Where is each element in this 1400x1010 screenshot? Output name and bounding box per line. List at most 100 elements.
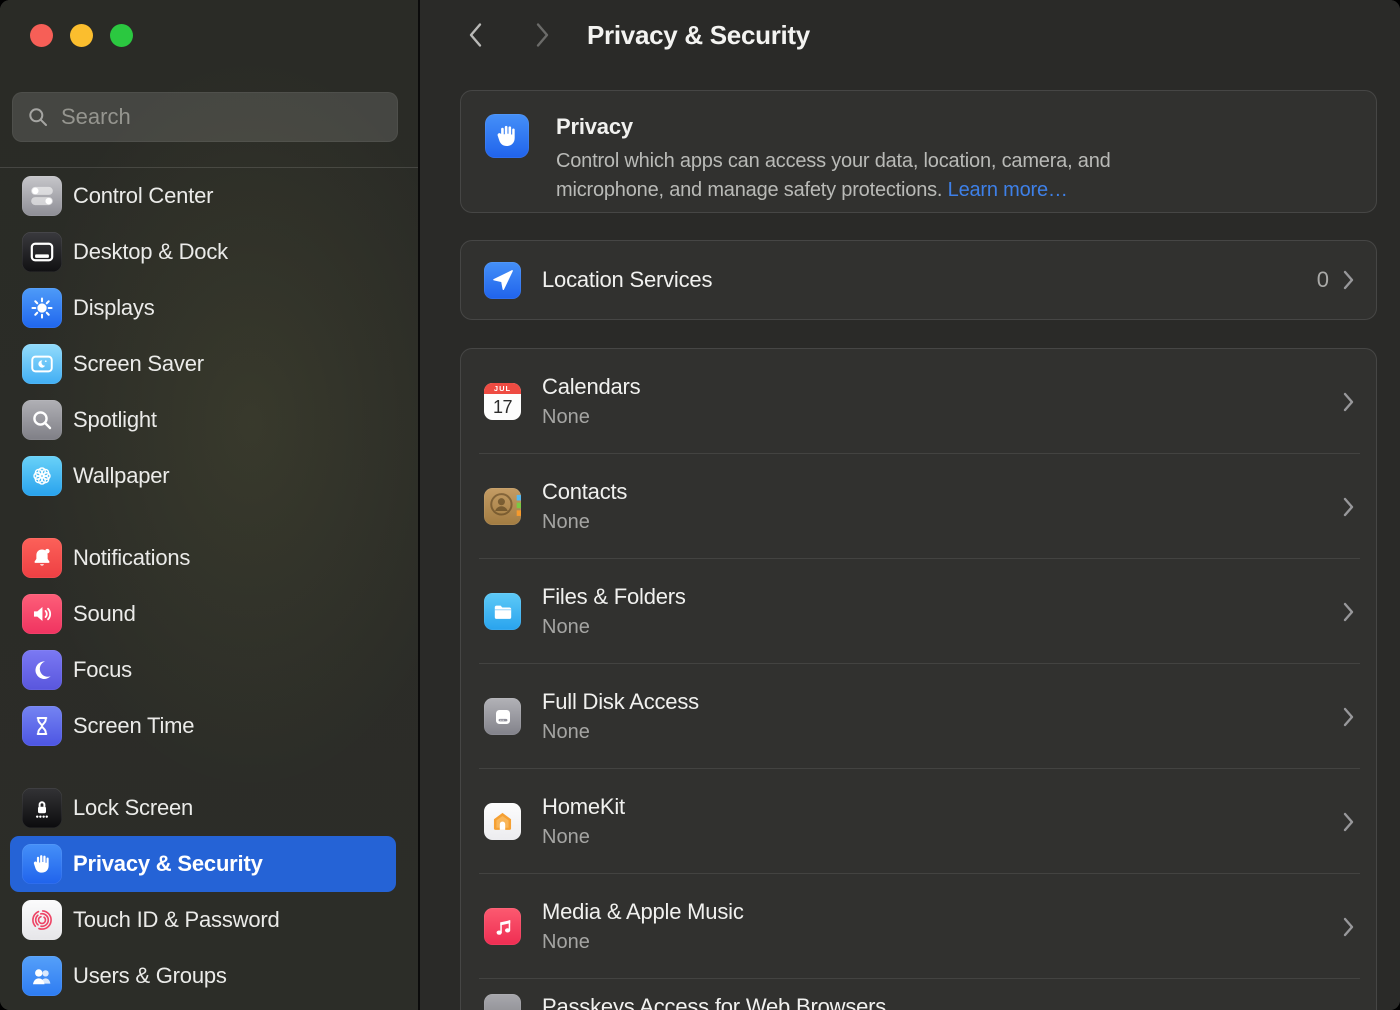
search-input[interactable]	[59, 103, 385, 131]
sidebar-item-label: Displays	[73, 295, 155, 321]
screen-time-icon	[22, 706, 62, 746]
row-value: None	[542, 826, 625, 849]
privacy-summary-card: Privacy Control which apps can access yo…	[460, 90, 1377, 213]
sidebar-item-focus[interactable]: Focus	[10, 642, 396, 698]
row-contacts[interactable]: Contacts None	[461, 454, 1376, 559]
sidebar-item-touch-id-password[interactable]: Touch ID & Password	[10, 892, 396, 948]
sidebar-item-desktop-dock[interactable]: Desktop & Dock	[10, 224, 396, 280]
sidebar-list: Control Center Desktop & Dock	[0, 167, 418, 1004]
navigation-header: Privacy & Security	[460, 0, 1377, 70]
search-icon	[27, 106, 49, 128]
location-services-row[interactable]: Location Services 0	[460, 240, 1377, 320]
row-title: HomeKit	[542, 794, 625, 820]
row-calendars[interactable]: JUL 17 Calendars None	[461, 349, 1376, 454]
main-pane: Privacy & Security Privacy Control which…	[420, 0, 1400, 1010]
row-files-folders[interactable]: Files & Folders None	[461, 559, 1376, 664]
desktop-dock-icon	[22, 232, 62, 272]
calendar-month-label: JUL	[484, 383, 521, 394]
sidebar-item-spotlight[interactable]: Spotlight	[10, 392, 396, 448]
row-media-apple-music[interactable]: Media & Apple Music None	[461, 874, 1376, 979]
row-title: Files & Folders	[542, 584, 686, 610]
system-settings-window: Control Center Desktop & Dock	[0, 0, 1400, 1010]
passkeys-icon	[484, 994, 521, 1010]
sidebar-item-control-center[interactable]: Control Center	[10, 168, 396, 224]
sound-icon	[22, 594, 62, 634]
chevron-right-icon	[1343, 602, 1354, 622]
learn-more-link[interactable]: Learn more…	[948, 179, 1068, 201]
spotlight-icon	[22, 400, 62, 440]
sidebar-item-label: Control Center	[73, 183, 213, 209]
chevron-right-icon	[1343, 270, 1354, 290]
sidebar-item-label: Screen Time	[73, 713, 194, 739]
location-services-label: Location Services	[542, 267, 712, 293]
back-button[interactable]	[468, 22, 483, 48]
sidebar-item-screen-saver[interactable]: Screen Saver	[10, 336, 396, 392]
sidebar-item-label: Users & Groups	[73, 963, 227, 989]
sidebar: Control Center Desktop & Dock	[0, 0, 420, 1010]
chevron-left-icon	[468, 22, 483, 48]
zoom-window-button[interactable]	[110, 24, 133, 47]
permissions-list-card: JUL 17 Calendars None	[460, 348, 1377, 1010]
row-passkeys-access[interactable]: Passkeys Access for Web Browsers	[461, 979, 1376, 1010]
touch-id-icon	[22, 900, 62, 940]
displays-icon	[22, 288, 62, 328]
sidebar-item-sound[interactable]: Sound	[10, 586, 396, 642]
homekit-icon	[484, 803, 521, 840]
chevron-right-icon	[1343, 917, 1354, 937]
row-title: Passkeys Access for Web Browsers	[542, 994, 886, 1010]
sidebar-item-label: Notifications	[73, 545, 190, 571]
chevron-right-icon	[1343, 392, 1354, 412]
row-title: Media & Apple Music	[542, 899, 744, 925]
sidebar-item-label: Wallpaper	[73, 463, 169, 489]
wallpaper-icon	[22, 456, 62, 496]
sidebar-item-lock-screen[interactable]: Lock Screen	[10, 780, 396, 836]
location-services-count: 0	[1317, 267, 1329, 293]
sidebar-item-label: Lock Screen	[73, 795, 193, 821]
privacy-security-icon	[22, 844, 62, 884]
full-disk-access-icon	[484, 698, 521, 735]
sidebar-item-label: Privacy & Security	[73, 851, 263, 877]
row-title: Contacts	[542, 479, 627, 505]
row-full-disk-access[interactable]: Full Disk Access None	[461, 664, 1376, 769]
row-title: Full Disk Access	[542, 689, 699, 715]
row-value: None	[542, 406, 640, 429]
notifications-icon	[22, 538, 62, 578]
location-services-icon	[484, 262, 521, 299]
window-controls	[0, 0, 418, 47]
sidebar-item-wallpaper[interactable]: Wallpaper	[10, 448, 396, 504]
row-value: None	[542, 721, 699, 744]
chevron-right-icon	[535, 22, 550, 48]
page-title: Privacy & Security	[587, 20, 810, 51]
search-field[interactable]	[12, 92, 398, 142]
sidebar-item-label: Touch ID & Password	[73, 907, 280, 933]
screen-saver-icon	[22, 344, 62, 384]
chevron-right-icon	[1343, 497, 1354, 517]
chevron-right-icon	[1343, 707, 1354, 727]
users-groups-icon	[22, 956, 62, 996]
sidebar-item-label: Screen Saver	[73, 351, 204, 377]
sidebar-item-screen-time[interactable]: Screen Time	[10, 698, 396, 754]
sidebar-group-gap	[0, 754, 418, 780]
close-window-button[interactable]	[30, 24, 53, 47]
row-title: Calendars	[542, 374, 640, 400]
sidebar-item-label: Sound	[73, 601, 136, 627]
sidebar-item-label: Focus	[73, 657, 132, 683]
sidebar-item-privacy-security[interactable]: Privacy & Security	[10, 836, 396, 892]
focus-icon	[22, 650, 62, 690]
minimize-window-button[interactable]	[70, 24, 93, 47]
media-apple-music-icon	[484, 908, 521, 945]
contacts-icon	[484, 488, 521, 525]
privacy-card-title: Privacy	[556, 114, 1216, 140]
sidebar-item-label: Desktop & Dock	[73, 239, 228, 265]
row-homekit[interactable]: HomeKit None	[461, 769, 1376, 874]
privacy-card-description: Control which apps can access your data,…	[556, 147, 1216, 205]
calendar-day-label: 17	[484, 394, 521, 420]
sidebar-item-users-groups[interactable]: Users & Groups	[10, 948, 396, 1004]
lock-screen-icon	[22, 788, 62, 828]
sidebar-item-notifications[interactable]: Notifications	[10, 530, 396, 586]
sidebar-item-displays[interactable]: Displays	[10, 280, 396, 336]
files-folders-icon	[484, 593, 521, 630]
forward-button[interactable]	[535, 22, 550, 48]
sidebar-group-gap	[0, 504, 418, 530]
row-value: None	[542, 616, 686, 639]
